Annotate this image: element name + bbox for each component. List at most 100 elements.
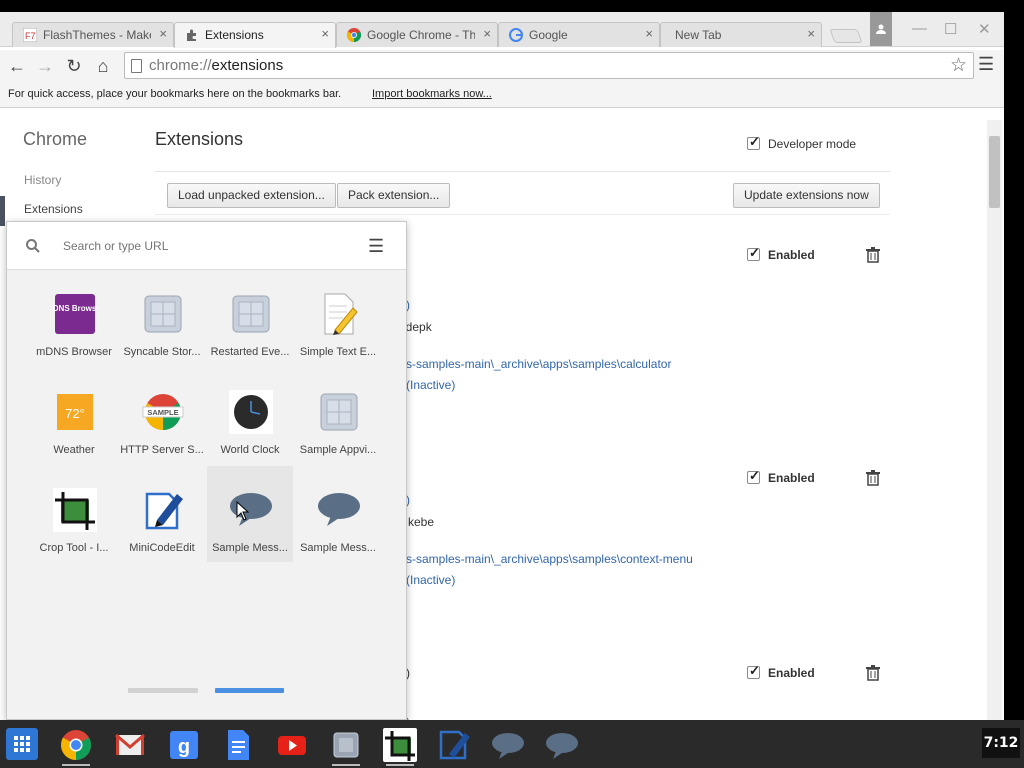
app-sample-appview[interactable]: Sample Appvi...	[295, 384, 381, 478]
app-weather[interactable]: 72° Weather	[31, 384, 117, 478]
crop-icon	[53, 488, 97, 532]
app-label: HTTP Server S...	[120, 444, 204, 456]
extension-path-link[interactable]: s-samples-main\_archive\apps\samples\con…	[406, 552, 693, 566]
app-http-server[interactable]: SAMPLE HTTP Server S...	[119, 384, 205, 478]
checkbox-checked-icon[interactable]	[747, 468, 760, 484]
grid-icon	[14, 736, 30, 752]
launcher-page-indicator-2[interactable]	[215, 688, 284, 693]
reload-icon[interactable]: ↻	[63, 55, 85, 77]
launcher-search-input[interactable]	[63, 236, 343, 256]
close-icon[interactable]: ×	[645, 26, 653, 41]
generic-app-icon	[320, 393, 358, 431]
close-icon[interactable]: ×	[159, 26, 167, 41]
pack-extension-button[interactable]: Pack extension...	[337, 183, 451, 208]
forward-arrow-icon[interactable]: →	[34, 55, 56, 77]
chromeos-screen: F7 FlashThemes - Make × Extensions × Goo…	[0, 0, 1024, 768]
profile-button[interactable]	[870, 12, 892, 46]
extension-path-link[interactable]: s-samples-main\_archive\apps\samples\cal…	[406, 357, 671, 371]
app-label: mDNS Browser	[36, 346, 112, 358]
divider	[155, 214, 890, 215]
checkbox-checked-icon[interactable]	[747, 245, 760, 261]
trash-icon[interactable]	[865, 470, 881, 486]
app-minicodeedit[interactable]: MiniCodeEdit	[119, 482, 205, 576]
tab-title: Google Chrome - Th	[367, 28, 475, 42]
app-launcher-button[interactable]	[6, 728, 38, 760]
tab-google-chrome[interactable]: Google Chrome - Th ×	[336, 22, 498, 47]
sidebar-title: Chrome	[23, 129, 88, 149]
enabled-checkbox[interactable]: Enabled	[747, 245, 815, 262]
back-arrow-icon[interactable]: ←	[6, 55, 28, 77]
sidebar-item-history[interactable]: History	[24, 173, 61, 187]
youtube-icon[interactable]	[275, 728, 309, 762]
app-label: Sample Mess...	[300, 542, 376, 554]
app-simple-text-editor[interactable]: Simple Text E...	[295, 286, 381, 380]
checkbox-checked-icon[interactable]	[747, 663, 760, 679]
tab-google[interactable]: Google ×	[498, 22, 660, 47]
app-label: Simple Text E...	[299, 346, 377, 358]
enabled-checkbox[interactable]: Enabled	[747, 663, 815, 680]
tab-new-tab[interactable]: New Tab ×	[660, 22, 822, 47]
flashthemes-favicon-icon: F7	[23, 28, 37, 42]
docs-icon[interactable]	[221, 728, 255, 762]
code-edit-icon[interactable]	[437, 728, 471, 762]
gmail-icon[interactable]	[113, 728, 147, 762]
chrome-menu-icon[interactable]: ☰	[978, 54, 994, 75]
load-unpacked-button[interactable]: Load unpacked extension...	[167, 183, 336, 208]
app-crop-tool[interactable]: Crop Tool - I...	[31, 482, 117, 576]
import-bookmarks-link[interactable]: Import bookmarks now...	[372, 88, 492, 100]
enabled-checkbox[interactable]: Enabled	[747, 468, 815, 485]
bookmark-star-icon[interactable]: ☆	[950, 54, 967, 77]
app-label: Syncable Stor...	[123, 346, 201, 358]
trash-icon[interactable]	[865, 665, 881, 681]
launcher-search-bar: ☰	[7, 222, 406, 270]
tab-extensions[interactable]: Extensions ×	[174, 22, 336, 48]
chrome-favicon-icon	[347, 28, 361, 42]
tab-title: Extensions	[205, 28, 264, 42]
developer-mode-checkbox[interactable]: Developer mode	[747, 134, 856, 151]
svg-text:g: g	[178, 736, 190, 758]
maximize-icon[interactable]: ☐	[944, 20, 957, 38]
scrollbar-thumb[interactable]	[989, 136, 1000, 208]
scrollbar[interactable]	[987, 120, 1002, 720]
search-icon	[26, 239, 40, 253]
bookmarks-hint: For quick access, place your bookmarks h…	[8, 88, 342, 100]
app-restarted-events[interactable]: Restarted Eve...	[207, 286, 293, 380]
speech-bubble-icon[interactable]	[545, 728, 579, 762]
generic-app-icon[interactable]	[329, 728, 363, 762]
app-syncable-storage[interactable]: Syncable Stor...	[119, 286, 205, 380]
close-icon[interactable]: ×	[807, 26, 815, 41]
clock-icon	[229, 390, 273, 434]
checkbox-checked-icon[interactable]	[747, 134, 760, 150]
svg-text:SAMPLE: SAMPLE	[147, 408, 178, 417]
tab-title: FlashThemes - Make	[43, 28, 151, 42]
url-text[interactable]: chrome://extensions	[149, 57, 283, 74]
crop-icon[interactable]	[383, 728, 417, 762]
system-clock[interactable]: 7:12	[982, 728, 1020, 758]
home-icon[interactable]: ⌂	[92, 55, 114, 77]
app-sample-messaging-2[interactable]: Sample Mess...	[295, 482, 381, 576]
close-icon[interactable]: ×	[483, 26, 491, 41]
speech-bubble-icon[interactable]	[491, 728, 525, 762]
app-label: Weather	[53, 444, 95, 456]
inactive-view-link[interactable]: (Inactive)	[406, 573, 455, 587]
address-bar[interactable]: chrome://extensions ☆	[124, 52, 974, 79]
google-search-icon[interactable]: g	[167, 728, 201, 762]
hamburger-menu-icon[interactable]: ☰	[368, 236, 384, 257]
app-mdns-browser[interactable]: MDNS Browser mDNS Browser	[31, 286, 117, 380]
tab-flashthemes[interactable]: F7 FlashThemes - Make ×	[12, 22, 174, 47]
app-world-clock[interactable]: World Clock	[207, 384, 293, 478]
update-extensions-button[interactable]: Update extensions now	[733, 183, 880, 208]
app-sample-messaging-1[interactable]: Sample Mess...	[207, 466, 293, 562]
inactive-view-link[interactable]: (Inactive)	[406, 378, 455, 392]
close-window-icon[interactable]: ✕	[978, 20, 991, 38]
svg-text:F7: F7	[25, 31, 36, 41]
minimize-icon[interactable]: —	[912, 20, 927, 37]
mouse-cursor-icon	[236, 501, 250, 521]
sidebar-selected-indicator	[0, 196, 5, 226]
sidebar-item-extensions[interactable]: Extensions	[24, 202, 83, 216]
close-icon[interactable]: ×	[321, 26, 329, 41]
chrome-icon[interactable]	[59, 728, 93, 762]
trash-icon[interactable]	[865, 247, 881, 263]
launcher-page-indicator-1[interactable]	[128, 688, 198, 693]
new-tab-button[interactable]	[829, 29, 863, 43]
